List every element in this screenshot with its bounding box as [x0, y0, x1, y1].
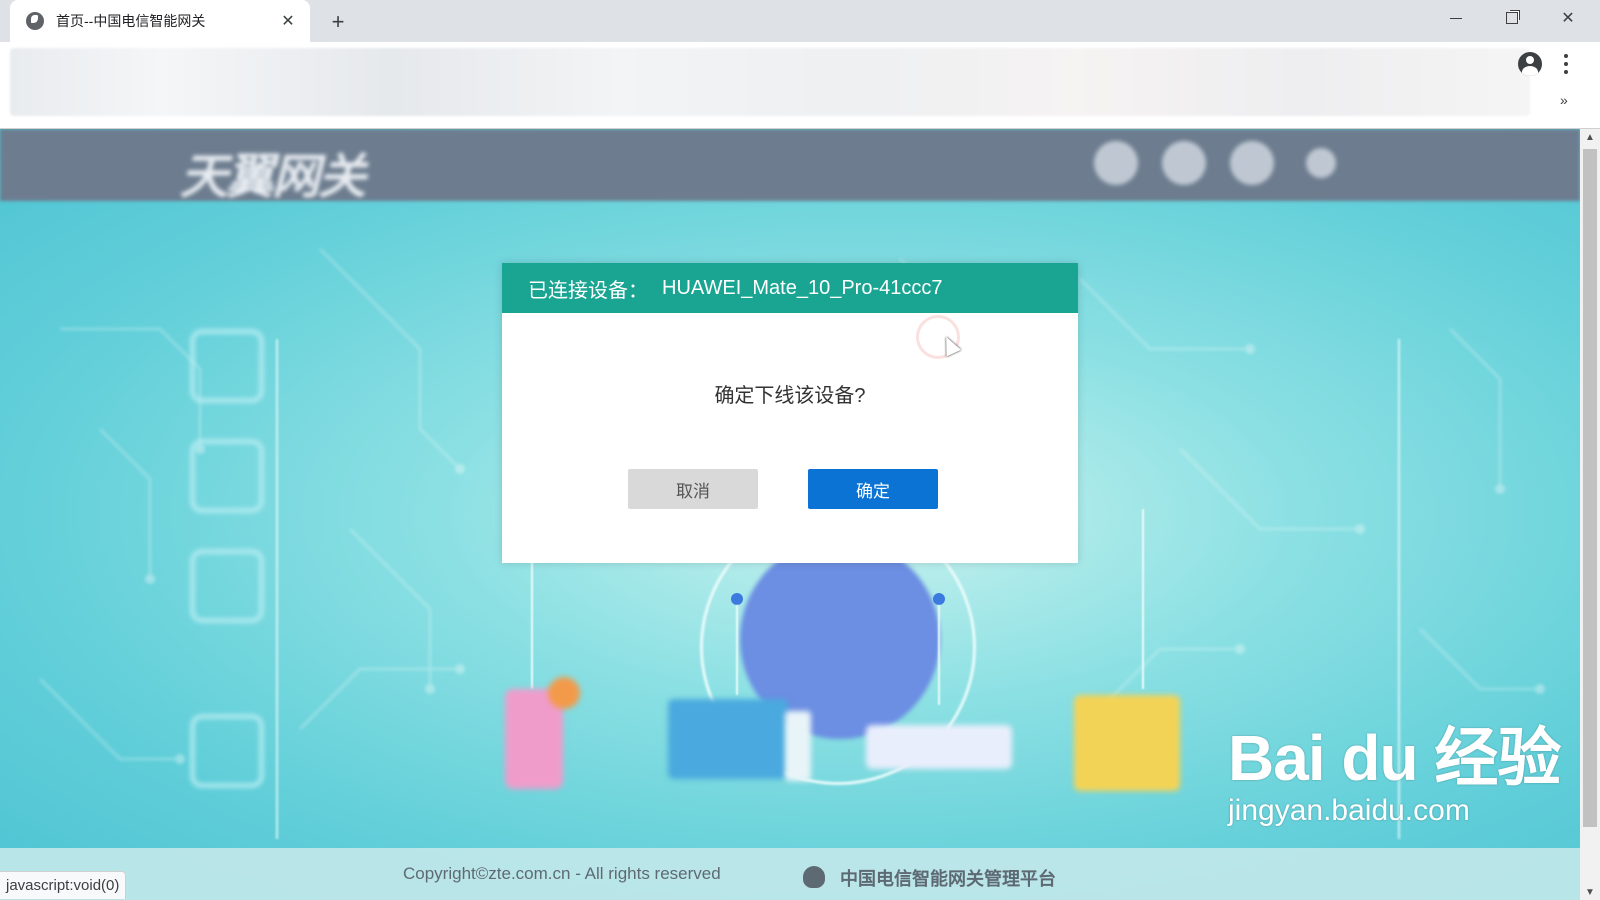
cloud-icon[interactable]	[190, 439, 264, 513]
status-url: javascript:void(0)	[0, 871, 127, 899]
scroll-up-arrow-icon[interactable]: ▲	[1580, 129, 1600, 145]
link-node	[933, 593, 945, 605]
blurred-address-bookmarks	[10, 48, 1530, 116]
minimize-button[interactable]	[1428, 0, 1484, 36]
watermark-url: jingyan.baidu.com	[1228, 794, 1470, 827]
tab-close-icon[interactable]: ✕	[276, 9, 300, 33]
scroll-down-arrow-icon[interactable]: ▼	[1580, 884, 1600, 900]
restore-icon	[1506, 12, 1518, 24]
browser-menu-button[interactable]	[1560, 52, 1572, 76]
dialog-header: 已连接设备： HUAWEI_Mate_10_Pro-41ccc7	[502, 263, 1078, 313]
dialog-title-label: 已连接设备：	[528, 279, 648, 302]
browser-toolbar: »	[0, 42, 1600, 129]
page-footer	[0, 848, 1580, 900]
globe-icon	[26, 12, 44, 30]
phone-base-icon[interactable]	[1074, 695, 1180, 791]
device-name: HUAWEI_Mate_10_Pro-41ccc7	[662, 276, 943, 299]
home-icon[interactable]	[190, 329, 264, 403]
cancel-button[interactable]: 取消	[628, 469, 758, 509]
new-tab-button[interactable]: +	[324, 8, 352, 36]
footer-copyright: Copyright©zte.com.cn - All rights reserv…	[403, 864, 721, 883]
help-icon[interactable]	[1094, 141, 1138, 185]
link-node	[731, 593, 743, 605]
footer-platform-title: 中国电信智能网关管理平台	[840, 869, 1056, 889]
stb-device-icon[interactable]	[866, 725, 1012, 769]
link-line	[531, 549, 533, 689]
left-divider	[276, 339, 278, 839]
gateway-logo: 天翼网关	[180, 151, 366, 204]
scroll-thumb[interactable]	[1583, 149, 1597, 827]
tab-strip: 首页--中国电信智能网关 ✕ + ✕	[0, 0, 1600, 42]
close-window-button[interactable]: ✕	[1540, 0, 1596, 36]
browser-tab-active[interactable]: 首页--中国电信智能网关 ✕	[10, 0, 310, 42]
link-line	[938, 605, 940, 705]
tab-title: 首页--中国电信智能网关	[56, 13, 206, 29]
page-scrollbar[interactable]: ▲ ▼	[1580, 129, 1600, 900]
link-line	[1142, 509, 1144, 689]
watermark-logo: Bai du 经验	[1228, 722, 1561, 794]
disconnect-dialog: 已连接设备： HUAWEI_Mate_10_Pro-41ccc7 确定下线该设备…	[502, 263, 1078, 563]
minimize-icon	[1450, 17, 1462, 19]
store-icon[interactable]	[190, 549, 264, 623]
device-count-badge	[548, 677, 580, 709]
link-line	[736, 605, 738, 695]
confirm-button[interactable]: 确定	[808, 469, 938, 509]
profile-icon[interactable]	[1518, 52, 1542, 76]
tools-icon[interactable]	[1230, 141, 1274, 185]
check-icon[interactable]	[1162, 141, 1206, 185]
pc-tower-icon	[785, 711, 811, 781]
bookmarks-overflow-button[interactable]: »	[1560, 92, 1568, 108]
dialog-message: 确定下线该设备?	[714, 385, 866, 407]
restore-button[interactable]	[1484, 0, 1540, 36]
china-telecom-logo-icon	[803, 866, 825, 888]
power-icon[interactable]	[1306, 148, 1336, 178]
app-icon[interactable]	[190, 714, 264, 788]
computer-device-icon[interactable]	[668, 699, 788, 779]
baidu-jingyan-watermark: Bai du 经验 jingyan.baidu.com	[1228, 722, 1561, 828]
